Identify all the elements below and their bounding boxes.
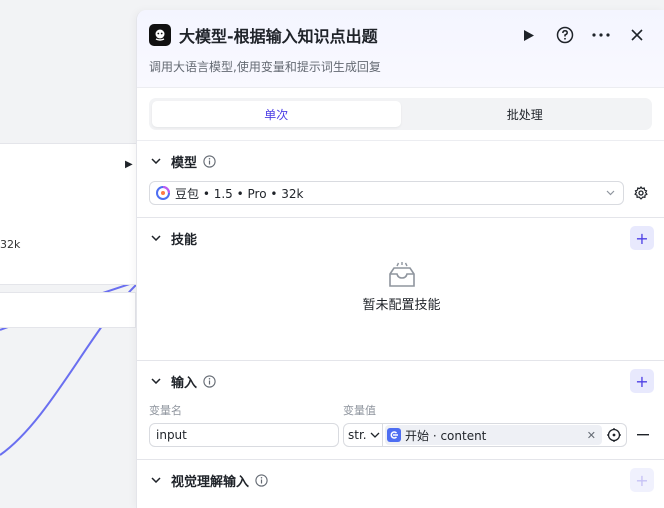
empty-box-icon [388, 262, 415, 287]
info-icon[interactable] [255, 473, 268, 487]
model-select[interactable]: 豆包 • 1.5 • Pro • 32k [149, 181, 624, 205]
more-icon[interactable] [588, 22, 614, 48]
canvas-input-strip [0, 292, 136, 328]
panel-header: 大模型-根据输入知识点出题 调用大语言模型,使用变量和提示词生成回复 [137, 10, 664, 88]
chevron-down-icon [370, 432, 380, 438]
skills-empty-text: 暂未配置技能 [362, 298, 441, 313]
chevron-down-icon[interactable] [149, 473, 163, 487]
skills-section-title: 技能 [171, 232, 198, 248]
workflow-canvas[interactable]: ▶ 32k [0, 0, 136, 508]
variable-type-value: str. [348, 428, 367, 442]
node-config-panel: 大模型-根据输入知识点出题 调用大语言模型,使用变量和提示词生成回复 单次 批处… [136, 10, 664, 508]
llm-node-icon [149, 24, 171, 46]
add-vision-input-button[interactable]: + [630, 468, 654, 492]
chevron-down-icon[interactable] [149, 374, 163, 388]
mode-switch: 单次 批处理 [137, 88, 664, 141]
panel-description: 调用大语言模型,使用变量和提示词生成回复 [149, 60, 381, 74]
reference-chip-label: 开始 · content [405, 428, 487, 443]
input-variable-row: input str. 开始 · content ✕ [149, 419, 654, 459]
add-input-button[interactable]: + [630, 369, 654, 393]
reference-chip[interactable]: 开始 · content ✕ [385, 425, 602, 445]
close-icon[interactable] [624, 22, 650, 48]
start-node-icon [387, 428, 401, 442]
info-icon[interactable] [203, 374, 216, 388]
help-icon[interactable] [552, 22, 578, 48]
remove-variable-button[interactable] [633, 423, 653, 447]
column-header-value: 变量值 [343, 404, 376, 417]
canvas-llm-node[interactable]: ▶ 32k [0, 143, 136, 285]
panel-title[interactable]: 大模型-根据输入知识点出题 [179, 23, 506, 47]
variable-type-select[interactable]: str. [343, 423, 383, 447]
model-select-value: 豆包 • 1.5 • Pro • 32k [175, 186, 304, 201]
model-section: 模型 豆包 • 1.5 • Pro • 32k [137, 141, 664, 218]
model-section-title: 模型 [171, 155, 198, 171]
doubao-logo-icon [156, 186, 170, 200]
vision-input-section: 视觉理解输入 + [137, 460, 664, 500]
skills-empty-state: 暂未配置技能 [149, 258, 654, 360]
chevron-down-icon[interactable] [149, 154, 163, 168]
add-skill-button[interactable]: + [630, 226, 654, 250]
vision-input-section-title: 视觉理解输入 [171, 474, 250, 490]
chevron-down-icon [606, 190, 615, 196]
clear-reference-icon[interactable]: ✕ [587, 429, 596, 442]
node-run-icon[interactable]: ▶ [125, 159, 133, 170]
variable-value-reference[interactable]: 开始 · content ✕ [383, 423, 627, 447]
node-model-meta: 32k [0, 238, 21, 251]
input-section-title: 输入 [171, 375, 198, 391]
skills-section: 技能 + 暂未配置技能 [137, 218, 664, 361]
variable-picker-icon[interactable] [606, 427, 622, 443]
chevron-down-icon[interactable] [149, 231, 163, 245]
tab-batch-process[interactable]: 批处理 [401, 101, 650, 127]
variable-name-input[interactable]: input [149, 423, 339, 447]
gear-icon[interactable] [628, 181, 654, 205]
play-icon[interactable] [516, 22, 542, 48]
info-icon[interactable] [203, 154, 216, 168]
column-header-name: 变量名 [149, 404, 182, 417]
input-section: 输入 + 变量名 变量值 input str. 开始 · content ✕ [137, 361, 664, 460]
tab-single-run[interactable]: 单次 [152, 101, 401, 127]
